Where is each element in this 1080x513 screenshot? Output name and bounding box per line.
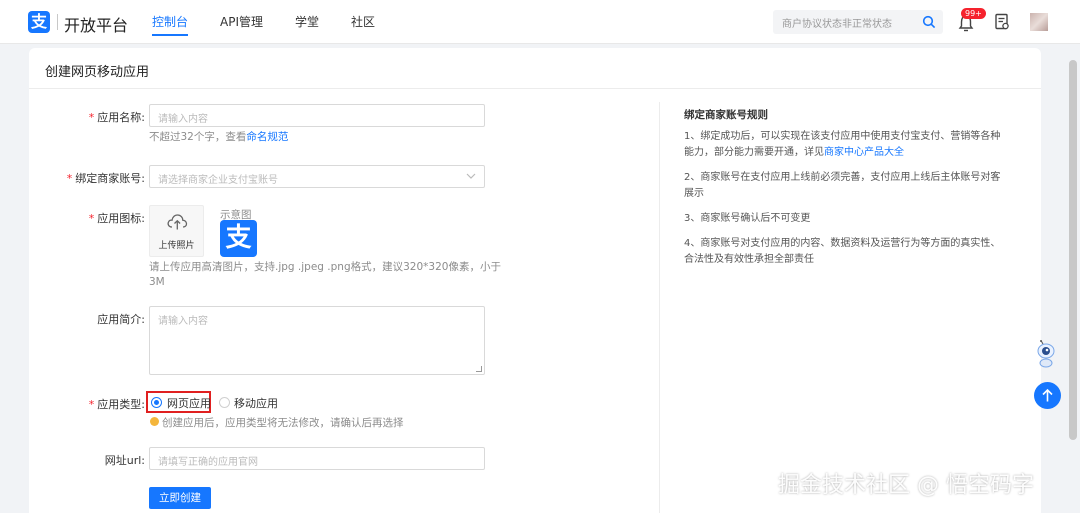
naming-rules-link[interactable]: 命名规范 [246, 131, 288, 143]
search-input[interactable]: 商户协议状态非正常状态 [773, 10, 943, 34]
back-to-top-button[interactable] [1034, 382, 1061, 409]
chevron-down-icon [466, 173, 476, 179]
assistant-robot-icon[interactable] [1035, 340, 1057, 368]
column-divider [659, 102, 660, 513]
upload-image-button[interactable]: 上传照片 [149, 205, 204, 257]
rule-item: 1、绑定成功后，可以实现在该支付应用中使用支付宝支付、营销等各种 能力，部分能力… [684, 131, 1001, 158]
page-scrollbar[interactable] [1069, 60, 1077, 440]
nav-console[interactable]: 控制台 [152, 0, 189, 44]
main-nav: 控制台 API管理 学堂 社区 [152, 0, 407, 44]
app-icon-help: 请上传应用高清图片，支持.jpg .jpeg .png格式，建议320*320像… [149, 261, 501, 288]
merchant-select[interactable]: 请选择商家企业支付宝账号 [149, 165, 485, 188]
url-placeholder: 请填写正确的应用官网 [158, 457, 258, 468]
nav-academy[interactable]: 学堂 [295, 0, 319, 44]
rule-item: 2、商家账号在支付应用上线前必须完善，支付应用上线后主体账号对客 展示 [684, 172, 1001, 199]
merchant-label: * 绑定商家账号: [66, 172, 145, 185]
app-name-label: * 应用名称: [88, 111, 145, 124]
upload-text: 上传照片 [158, 241, 195, 251]
required-mark: * [66, 172, 73, 185]
sample-app-icon: 支 [220, 220, 257, 257]
app-intro-textarea[interactable]: 请输入内容 [149, 306, 485, 375]
url-label: 网址url: [104, 454, 145, 467]
rule-item: 4、商家账号对支付应用的内容、数据资料及运营行为等方面的真实性、 合法性及有效性… [684, 238, 1001, 265]
app-intro-placeholder: 请输入内容 [158, 316, 208, 327]
nav-api-management[interactable]: API管理 [220, 0, 263, 44]
app-type-label: * 应用类型: [88, 398, 145, 411]
nav-community[interactable]: 社区 [351, 0, 375, 44]
notification-badge: 99+ [961, 8, 986, 19]
arrow-up-icon [1042, 388, 1053, 402]
search-icon[interactable] [922, 15, 936, 29]
radio-mobile-app[interactable] [219, 397, 230, 408]
resize-handle-icon[interactable] [476, 366, 482, 372]
logo-divider [57, 14, 58, 30]
required-mark: * [88, 111, 95, 124]
brand-title[interactable]: 开放平台 [64, 12, 128, 36]
merchant-placeholder: 请选择商家企业支付宝账号 [158, 175, 278, 186]
create-app-card: 创建网页移动应用 * 应用名称: 请输入内容 不超过32个字，查看命名规范 * 绑定… [29, 48, 1041, 513]
radio-web-app[interactable] [151, 397, 162, 408]
top-navbar: 支 开放平台 控制台 API管理 学堂 社区 商户协议状态非正常状态 99+ [0, 0, 1080, 44]
avatar[interactable] [1030, 13, 1048, 31]
rules-title: 绑定商家账号规则 [684, 109, 768, 121]
radio-mobile-app-label[interactable]: 移动应用 [234, 395, 278, 411]
required-mark: * [88, 398, 95, 411]
url-input[interactable]: 请填写正确的应用官网 [149, 447, 485, 470]
app-name-input[interactable]: 请输入内容 [149, 104, 485, 127]
create-now-button[interactable]: 立即创建 [149, 487, 211, 509]
document-icon[interactable] [994, 13, 1010, 31]
rule-item: 3、商家账号确认后不可变更 [684, 213, 811, 224]
page-title: 创建网页移动应用 [45, 65, 150, 80]
app-icon-label: * 应用图标: [88, 212, 145, 225]
alipay-logo[interactable]: 支 [28, 11, 50, 33]
app-name-help: 不超过32个字，查看命名规范 [149, 131, 289, 143]
cloud-upload-icon [167, 214, 188, 230]
app-name-placeholder: 请输入内容 [158, 114, 208, 125]
radio-web-app-label[interactable]: 网页应用 [167, 395, 211, 411]
watermark-text: 掘金技术社区 @ 悟空码字 [778, 473, 1034, 498]
search-placeholder: 商户协议状态非正常状态 [782, 19, 892, 30]
title-divider [29, 88, 1041, 89]
required-mark: * [88, 212, 95, 225]
product-catalog-link[interactable]: 商家中心产品大全 [824, 147, 904, 158]
warning-icon [150, 417, 159, 426]
app-intro-label: 应用简介: [97, 313, 145, 326]
app-type-warning: 创建应用后，应用类型将无法修改，请确认后再选择 [162, 417, 404, 429]
